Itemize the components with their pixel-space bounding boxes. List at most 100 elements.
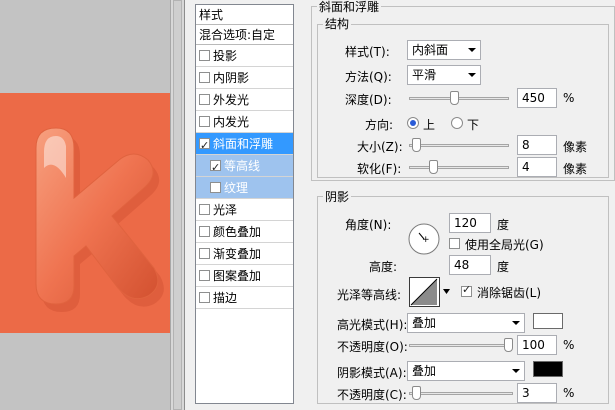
shadow-color-swatch[interactable] <box>533 361 563 377</box>
size-label: 大小(Z): <box>357 140 403 154</box>
shadow-mode-value: 叠加 <box>412 364 437 378</box>
global-light-label: 使用全局光(G) <box>465 238 544 252</box>
style-list-item[interactable]: 等高线 <box>196 155 293 179</box>
style-checkbox[interactable] <box>199 226 210 237</box>
slider-track <box>409 144 509 147</box>
slider-thumb[interactable] <box>412 138 421 152</box>
svg-text:+: + <box>422 235 430 245</box>
style-label: 样式(T): <box>345 45 390 59</box>
shadow-opacity-slider[interactable] <box>409 386 513 400</box>
bevel-emboss-panel: 斜面和浮雕 结构 样式(T): 内斜面 方法(Q): 平滑 深度(D): 450… <box>305 0 615 410</box>
style-checkbox[interactable] <box>199 204 210 215</box>
anti-aliased-checkbox[interactable] <box>461 283 472 297</box>
highlight-mode-label: 高光模式(H): <box>337 318 408 332</box>
style-list-item-label: 等高线 <box>224 158 261 173</box>
highlight-color-swatch[interactable] <box>533 313 563 329</box>
style-checkbox[interactable] <box>199 270 210 281</box>
style-select-value: 内斜面 <box>412 43 449 57</box>
direction-down-radio[interactable] <box>451 117 463 129</box>
style-list-item[interactable]: 光泽 <box>196 199 293 221</box>
highlight-opacity-input[interactable]: 100 <box>517 335 557 355</box>
soften-label: 软化(F): <box>357 162 402 176</box>
shadow-opacity-unit: % <box>563 386 575 400</box>
shadow-mode-label: 阴影模式(A): <box>337 366 407 380</box>
canvas-preview <box>0 0 170 410</box>
style-checkbox[interactable] <box>199 248 210 259</box>
slider-track <box>409 392 513 395</box>
altitude-label: 高度: <box>369 260 398 274</box>
layer-style-dialog: 样式 混合选项:自定 投影内阴影外发光内发光斜面和浮雕等高线纹理光泽颜色叠加渐变… <box>184 0 615 410</box>
style-list-item-label: 斜面和浮雕 <box>213 136 274 151</box>
direction-up-label: 上 <box>423 118 436 132</box>
style-checkbox[interactable] <box>199 72 210 83</box>
style-select[interactable]: 内斜面 <box>407 40 481 60</box>
canvas-scrollbar[interactable] <box>170 0 184 410</box>
soften-unit: 像素 <box>563 162 588 176</box>
style-checkbox[interactable] <box>210 157 221 179</box>
slider-track <box>409 166 509 169</box>
slider-track <box>409 97 509 100</box>
depth-slider[interactable] <box>409 91 509 105</box>
angle-unit: 度 <box>497 218 510 232</box>
style-list-item-label: 光泽 <box>213 202 238 217</box>
style-checkbox[interactable] <box>199 50 210 61</box>
angle-dial[interactable]: + <box>407 222 441 256</box>
style-list-item-label: 渐变叠加 <box>213 246 262 261</box>
depth-unit: % <box>563 91 575 105</box>
highlight-mode-select[interactable]: 叠加 <box>407 313 525 333</box>
style-list-item[interactable]: 外发光 <box>196 89 293 111</box>
style-list: 样式 混合选项:自定 投影内阴影外发光内发光斜面和浮雕等高线纹理光泽颜色叠加渐变… <box>195 4 294 404</box>
soften-input[interactable]: 4 <box>517 157 557 177</box>
angle-label: 角度(N): <box>345 218 392 232</box>
shadow-opacity-label: 不透明度(C): <box>337 388 407 402</box>
style-list-item-label: 外发光 <box>213 92 250 107</box>
soften-slider[interactable] <box>409 160 509 174</box>
blend-options-item[interactable]: 混合选项:自定 <box>196 25 293 45</box>
style-list-item-label: 描边 <box>213 290 238 305</box>
style-list-header[interactable]: 样式 <box>196 5 293 25</box>
slider-thumb[interactable] <box>450 91 459 105</box>
technique-select[interactable]: 平滑 <box>407 65 481 85</box>
style-list-item-label: 内发光 <box>213 114 250 129</box>
style-list-item[interactable]: 渐变叠加 <box>196 243 293 265</box>
style-checkbox[interactable] <box>199 292 210 303</box>
shadow-mode-select[interactable]: 叠加 <box>407 361 525 381</box>
size-input[interactable]: 8 <box>517 135 557 155</box>
style-checkbox[interactable] <box>210 182 221 193</box>
shadow-opacity-input[interactable]: 3 <box>517 383 557 403</box>
direction-down-label: 下 <box>467 118 480 132</box>
style-list-item[interactable]: 纹理 <box>196 177 293 199</box>
style-checkbox[interactable] <box>199 116 210 127</box>
angle-input[interactable]: 120 <box>449 213 491 233</box>
style-list-item-label: 内阴影 <box>213 70 250 85</box>
highlight-opacity-label: 不透明度(O): <box>337 340 408 354</box>
letter-k-artwork <box>35 127 164 312</box>
bevel-emboss-title: 斜面和浮雕 <box>317 0 382 15</box>
style-list-item[interactable]: 描边 <box>196 287 293 309</box>
style-list-item-label: 图案叠加 <box>213 268 262 283</box>
style-list-item-label: 投影 <box>213 48 238 63</box>
direction-up-radio[interactable] <box>407 117 419 129</box>
style-list-item[interactable]: 内阴影 <box>196 67 293 89</box>
style-list-item[interactable]: 内发光 <box>196 111 293 133</box>
style-list-item[interactable]: 图案叠加 <box>196 265 293 287</box>
style-list-item[interactable]: 投影 <box>196 45 293 67</box>
chevron-down-icon <box>512 321 520 325</box>
global-light-checkbox[interactable] <box>449 238 460 249</box>
gloss-contour-picker[interactable] <box>409 277 451 307</box>
altitude-input[interactable]: 48 <box>449 255 491 275</box>
style-list-item[interactable]: 颜色叠加 <box>196 221 293 243</box>
size-slider[interactable] <box>409 138 509 152</box>
depth-input[interactable]: 450 <box>517 88 557 108</box>
style-list-item[interactable]: 斜面和浮雕 <box>196 133 293 157</box>
highlight-mode-value: 叠加 <box>412 316 437 330</box>
style-checkbox[interactable] <box>199 94 210 105</box>
highlight-opacity-slider[interactable] <box>409 338 513 352</box>
chevron-down-icon <box>468 48 476 52</box>
slider-thumb[interactable] <box>429 160 438 174</box>
slider-thumb[interactable] <box>412 386 421 400</box>
size-unit: 像素 <box>563 140 588 154</box>
scrollbar-thumb[interactable] <box>173 0 182 410</box>
slider-thumb[interactable] <box>504 338 513 352</box>
style-checkbox[interactable] <box>199 135 210 157</box>
